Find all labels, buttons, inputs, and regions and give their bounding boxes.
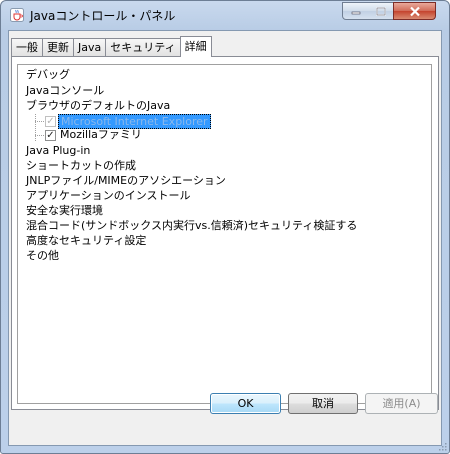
apply-button[interactable]: 適用(A) (365, 393, 438, 414)
tab-update[interactable]: 更新 (42, 38, 74, 56)
close-button[interactable] (393, 2, 436, 20)
tab-security[interactable]: セキュリティ (105, 38, 181, 56)
resize-grip-icon[interactable] (437, 441, 447, 451)
java-cup-icon (10, 8, 24, 22)
advanced-tab-panel: デバッグ Javaコンソール ブラウザのデフォルトのJava ✓ Microso… (11, 56, 439, 410)
tree-item-secure-env[interactable]: 安全な実行環境 (26, 204, 103, 218)
tree-item-java-console[interactable]: Javaコンソール (26, 84, 104, 98)
settings-tree[interactable]: デバッグ Javaコンソール ブラウザのデフォルトのJava ✓ Microso… (17, 64, 432, 404)
window-title: Javaコントロール・パネル (30, 9, 176, 23)
minimize-icon (351, 11, 360, 15)
tree-item-app-install[interactable]: アプリケーションのインストール (26, 189, 191, 203)
maximize-button[interactable] (368, 2, 394, 20)
tree-item-shortcut[interactable]: ショートカットの作成 (26, 159, 136, 173)
tab-java[interactable]: Java (73, 38, 107, 56)
tree-item-misc[interactable]: その他 (26, 249, 59, 263)
tree-item-java-plugin[interactable]: Java Plug-in (26, 144, 90, 158)
cancel-button[interactable]: 取消 (288, 393, 358, 414)
tab-general[interactable]: 一般 (11, 38, 43, 56)
ok-button[interactable]: OK (210, 393, 281, 414)
tree-item-default-browser-java[interactable]: ブラウザのデフォルトのJava (26, 99, 170, 113)
tab-advanced[interactable]: 詳細 (179, 36, 212, 57)
mozilla-checkbox[interactable]: ✓ (45, 130, 56, 141)
title-bar[interactable]: Javaコントロール・パネル (1, 1, 449, 29)
java-control-panel-window: Javaコントロール・パネル 一般 更新 Java セキュリティ 詳細 デバッグ… (0, 0, 450, 454)
tree-item-jnlp-mime[interactable]: JNLPファイル/MIMEのアソシエーション (26, 174, 226, 188)
tree-connector (35, 114, 36, 141)
minimize-button[interactable] (342, 2, 369, 20)
close-icon (409, 6, 420, 16)
tree-connector (35, 135, 44, 136)
tree-item-mozilla[interactable]: Mozillaファミリ (60, 128, 142, 142)
tree-item-mixed-code[interactable]: 混合コード(サンドボックス内実行vs.信頼済)セキュリティ検証する (26, 219, 357, 233)
tab-strip: 一般 更新 Java セキュリティ 詳細 (11, 34, 212, 57)
tree-item-debug[interactable]: デバッグ (26, 68, 70, 82)
tree-item-advanced-security[interactable]: 高度なセキュリティ設定 (26, 234, 146, 248)
tree-connector (35, 121, 44, 122)
ie-checkbox[interactable]: ✓ (45, 116, 56, 127)
dialog-client-area: 一般 更新 Java セキュリティ 詳細 デバッグ Javaコンソール ブラウザ… (8, 30, 442, 446)
ie-label-selected[interactable]: Microsoft Internet Explorer (58, 114, 211, 129)
maximize-icon (375, 6, 386, 16)
